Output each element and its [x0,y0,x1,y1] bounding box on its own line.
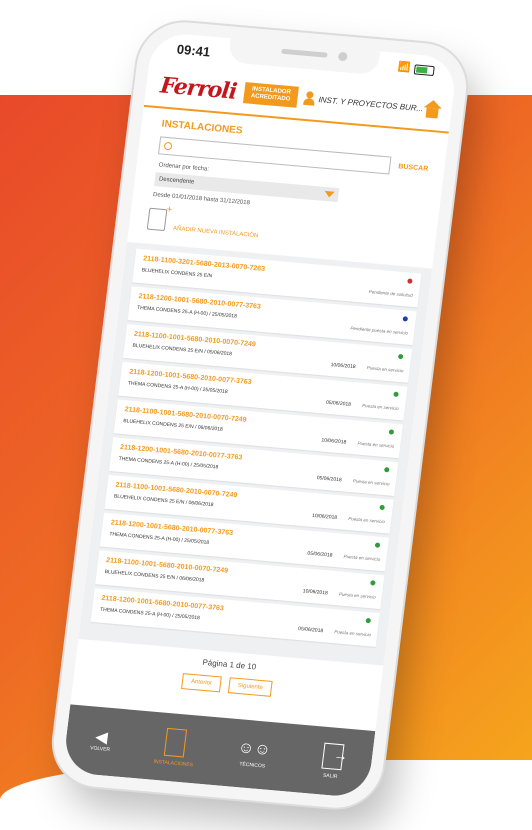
nav-logout-label: SALIR [322,772,338,780]
installation-date: 05/06/2018 [307,550,333,559]
sort-selected-value: Descendente [158,176,195,186]
battery-icon [413,63,435,76]
installations-list: 2118-1100-3201-5680-2013-0070-7263 BLUEHE… [78,241,433,666]
status-dot-icon [383,467,390,473]
status-icons: 📶 [397,62,435,76]
installation-status: Puesta en servicio [352,478,390,487]
installation-status: Pendiente de solicitud [368,289,414,298]
installation-status: Puesta en servicio [334,629,372,638]
brand-logo: Ferroli [158,72,238,105]
add-document-icon [146,207,168,232]
logout-icon [321,742,345,771]
search-button[interactable]: BUSCAR [398,163,429,173]
add-installation-label: AÑADIR NUEVA INSTALACIÓN [172,225,259,240]
chevron-down-icon [324,190,335,198]
installation-date: 10/06/2018 [311,512,338,522]
installation-model: BLUEHELIX CONDENS 25 E/N [141,267,213,280]
status-dot-icon [365,617,372,624]
home-icon[interactable] [422,99,440,118]
nav-installations[interactable]: INSTALACIONES [134,725,217,770]
nav-logout[interactable]: SALIR [291,740,374,783]
installation-status: Pendiente puesta en servicio [350,325,409,336]
bottom-nav: ◀ VOLVER INSTALACIONES ☺☺ TÉCNICOS SALIR [62,704,376,799]
status-dot-icon [388,429,395,435]
nav-installations-label: INSTALACIONES [153,758,194,769]
status-time: 09:41 [176,41,212,60]
status-dot-icon [402,316,409,322]
installations-icon [164,727,188,758]
prev-page-button[interactable]: Anterior [180,673,222,693]
status-dot-icon [379,504,385,511]
front-camera [337,51,348,62]
search-icon [163,141,173,151]
installation-date: 05/06/2018 [316,475,343,484]
nav-technicians[interactable]: ☺☺ TÉCNICOS [213,737,295,772]
installation-status: Puesta en servicio [361,402,400,412]
status-dot-icon [370,580,376,586]
installation-date: 10/06/2018 [330,362,356,371]
installer-badge: INSTALADOR ACREDITADO [243,82,299,108]
installation-status: Puesta en servicio [338,591,376,600]
speaker [281,48,328,58]
installation-date: 10/06/2018 [302,588,329,597]
nav-technicians-label: TÉCNICOS [238,761,266,770]
status-dot-icon [374,542,381,548]
installation-date: 05/06/2018 [325,399,352,408]
installation-date: 10/06/2018 [320,437,347,446]
people-icon: ☺☺ [236,739,272,759]
sort-label: Ordenar por fecha: [158,162,210,173]
installation-status: Puesta en servicio [357,440,395,449]
installation-status: Puesta en servicio [366,365,404,374]
installation-status: Puesta en servicio [343,553,381,562]
status-dot-icon [393,391,399,397]
installation-status: Puesta en servicio [347,516,386,525]
user-name[interactable]: INST. Y PROYECTOS BUR... [318,95,424,113]
status-dot-icon [407,278,413,284]
page-title: INSTALACIONES [161,118,244,137]
wifi-icon: 📶 [397,61,412,74]
back-button[interactable]: ◀ VOLVER [65,727,137,755]
status-dot-icon [397,353,404,360]
add-installation-button[interactable]: AÑADIR NUEVA INSTALACIÓN [146,207,261,240]
installation-date: 05/06/2018 [297,626,324,635]
user-icon [303,91,315,106]
next-page-button[interactable]: Siguiente [227,677,273,697]
